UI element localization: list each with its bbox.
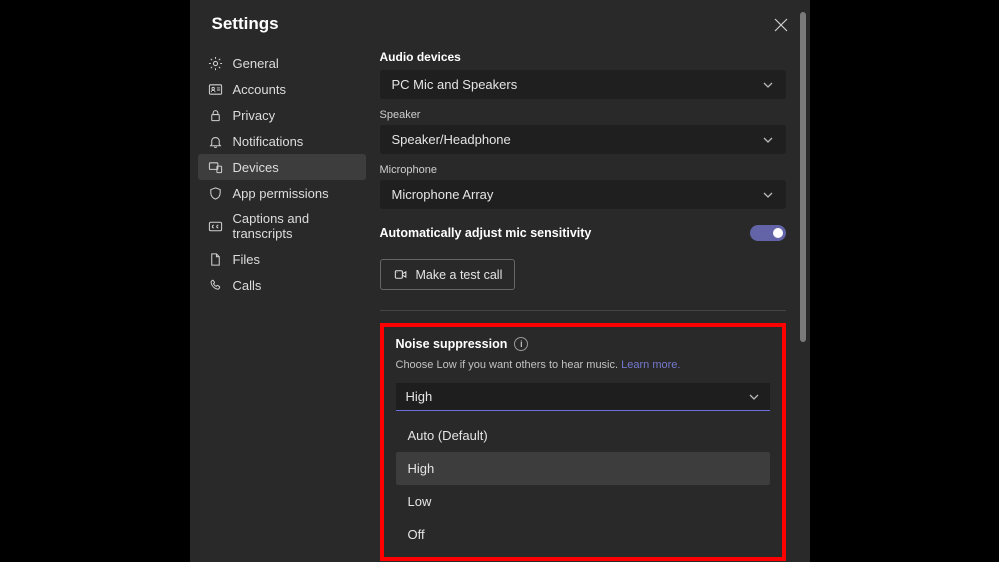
speaker-label: Speaker <box>380 109 786 121</box>
sidebar-item-label: General <box>233 56 279 71</box>
make-test-call-button[interactable]: Make a test call <box>380 259 516 290</box>
noise-suppression-description: Choose Low if you want others to hear mu… <box>396 359 770 371</box>
close-button[interactable] <box>774 18 792 36</box>
sidebar-item-label: Notifications <box>233 134 304 149</box>
microphone-value: Microphone Array <box>392 187 494 202</box>
sidebar-item-devices[interactable]: Devices <box>198 154 366 180</box>
sidebar-item-label: Calls <box>233 278 262 293</box>
speaker-select[interactable]: Speaker/Headphone <box>380 125 786 154</box>
chevron-down-icon <box>748 391 760 403</box>
auto-sensitivity-label: Automatically adjust mic sensitivity <box>380 226 592 240</box>
sidebar-item-label: App permissions <box>233 186 329 201</box>
test-call-label: Make a test call <box>416 268 503 282</box>
sidebar-item-app-permissions[interactable]: App permissions <box>198 180 366 206</box>
test-call-icon <box>393 267 408 282</box>
sidebar-item-label: Privacy <box>233 108 276 123</box>
shield-icon <box>208 185 224 201</box>
devices-icon <box>208 159 224 175</box>
microphone-select[interactable]: Microphone Array <box>380 180 786 209</box>
page-title: Settings <box>190 0 810 44</box>
dropdown-option-high[interactable]: High <box>396 452 770 485</box>
chevron-down-icon <box>762 79 774 91</box>
cc-icon <box>208 218 224 234</box>
sidebar-item-captions[interactable]: Captions and transcripts <box>198 206 366 246</box>
close-icon <box>774 18 788 32</box>
dropdown-option-auto[interactable]: Auto (Default) <box>396 419 770 452</box>
noise-suppression-section: Noise suppression i Choose Low if you wa… <box>380 323 786 561</box>
dropdown-option-low[interactable]: Low <box>396 485 770 518</box>
noise-suppression-dropdown: Auto (Default) High Low Off <box>396 419 770 551</box>
audio-devices-label: Audio devices <box>380 50 786 64</box>
noise-suppression-select[interactable]: High <box>396 383 770 411</box>
main-panel: Audio devices PC Mic and Speakers Speake… <box>370 44 810 562</box>
sidebar-item-calls[interactable]: Calls <box>198 272 366 298</box>
scrollbar-thumb[interactable] <box>800 12 806 342</box>
dropdown-option-off[interactable]: Off <box>396 518 770 551</box>
learn-more-link[interactable]: Learn more. <box>621 359 680 371</box>
microphone-label: Microphone <box>380 164 786 176</box>
sidebar-item-label: Files <box>233 252 260 267</box>
noise-suppression-value: High <box>406 389 433 404</box>
auto-sensitivity-toggle[interactable] <box>750 225 786 241</box>
file-icon <box>208 251 224 267</box>
sidebar-item-label: Devices <box>233 160 279 175</box>
section-divider <box>380 310 786 311</box>
sidebar-item-accounts[interactable]: Accounts <box>198 76 366 102</box>
sidebar-item-label: Accounts <box>233 82 286 97</box>
phone-icon <box>208 277 224 293</box>
sidebar-item-files[interactable]: Files <box>198 246 366 272</box>
sidebar-item-general[interactable]: General <box>198 50 366 76</box>
audio-device-value: PC Mic and Speakers <box>392 77 518 92</box>
audio-device-select[interactable]: PC Mic and Speakers <box>380 70 786 99</box>
settings-sidebar: General Accounts Privacy Notifications D… <box>194 44 370 562</box>
chevron-down-icon <box>762 134 774 146</box>
info-icon[interactable]: i <box>514 337 528 351</box>
speaker-value: Speaker/Headphone <box>392 132 511 147</box>
noise-suppression-title: Noise suppression <box>396 337 508 351</box>
people-card-icon <box>208 81 224 97</box>
bell-icon <box>208 133 224 149</box>
sidebar-item-privacy[interactable]: Privacy <box>198 102 366 128</box>
scrollbar[interactable] <box>800 12 806 342</box>
sidebar-item-label: Captions and transcripts <box>233 211 358 241</box>
sidebar-item-notifications[interactable]: Notifications <box>198 128 366 154</box>
chevron-down-icon <box>762 189 774 201</box>
gear-icon <box>208 55 224 71</box>
lock-icon <box>208 107 224 123</box>
